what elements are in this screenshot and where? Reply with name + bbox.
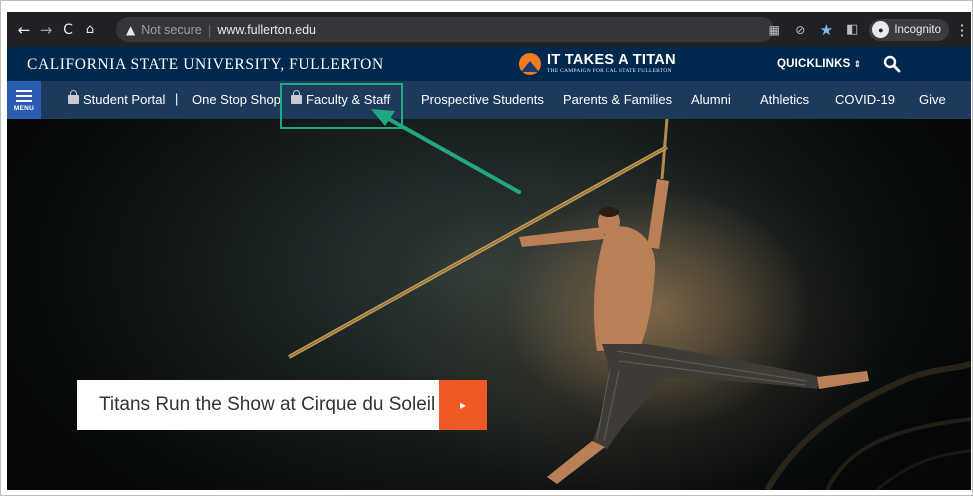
address-separator: | <box>207 21 212 38</box>
quicklinks-dropdown[interactable]: QUICKLINKS ⇕ <box>777 58 861 70</box>
campaign-logo[interactable]: IT TAKES A TITAN THE CAMPAIGN FOR CAL ST… <box>519 52 676 76</box>
nav-item-label: Alumni <box>691 92 731 107</box>
main-navigation: MENU Student Portal | One Stop Shop Facu… <box>7 81 971 119</box>
nav-item-parents-families[interactable]: Parents & Families <box>563 92 672 107</box>
nav-item-athletics[interactable]: Athletics <box>760 92 809 107</box>
menu-label: MENU <box>13 105 35 112</box>
hamburger-icon <box>16 89 32 92</box>
quicklinks-label: QUICKLINKS <box>777 58 851 70</box>
incognito-label: Incognito <box>894 23 941 36</box>
forward-arrow-icon[interactable]: → <box>35 19 57 41</box>
nav-item-label: Student Portal <box>83 92 166 107</box>
nav-item-one-stop-shop[interactable]: One Stop Shop <box>192 92 281 107</box>
lock-icon <box>68 90 79 104</box>
home-icon[interactable]: ⌂ <box>79 19 101 41</box>
sidepanel-icon[interactable]: ◧ <box>841 19 863 41</box>
nav-item-label: Parents & Families <box>563 92 673 107</box>
bookmark-star-icon[interactable]: ★ <box>815 19 837 41</box>
menu-button[interactable]: MENU <box>7 81 41 119</box>
hero-caption[interactable]: Titans Run the Show at Cirque du Soleil <box>77 394 439 416</box>
address-bar[interactable]: ▲ Not secure | www.fullerton.edu <box>116 17 774 42</box>
incognito-badge[interactable]: ● Incognito <box>869 18 949 41</box>
nav-item-prospective-students[interactable]: Prospective Students <box>421 92 544 107</box>
site-header: CALIFORNIA STATE UNIVERSITY, FULLERTON I… <box>7 47 971 81</box>
reload-icon[interactable]: C <box>57 19 79 41</box>
browser-toolbar: ← → C ⌂ ▲ Not secure | www.fullerton.edu… <box>7 12 971 47</box>
nav-item-give[interactable]: Give <box>919 92 946 107</box>
nav-item-covid-19[interactable]: COVID-19 <box>835 92 895 107</box>
hero-banner[interactable] <box>7 119 971 490</box>
browser-actions: ▦ ⊘ ★ ◧ ● Incognito ⋮ <box>759 12 971 47</box>
nav-item-label: COVID-19 <box>835 92 895 107</box>
hero-caption-card[interactable]: Titans Run the Show at Cirque du Soleil … <box>77 380 487 430</box>
nav-item-alumni[interactable]: Alumni <box>691 92 731 107</box>
nav-item-student-portal[interactable]: Student Portal <box>68 90 166 107</box>
security-status[interactable]: Not secure <box>141 23 201 37</box>
nav-item-label: Give <box>919 92 946 107</box>
campaign-subtitle: THE CAMPAIGN FOR CAL STATE FULLERTON <box>547 67 672 74</box>
university-name[interactable]: CALIFORNIA STATE UNIVERSITY, FULLERTON <box>27 56 384 74</box>
warning-icon: ▲ <box>126 22 136 37</box>
nav-item-label: One Stop Shop <box>192 92 281 107</box>
nav-divider: | <box>175 91 179 106</box>
nav-item-label: Prospective Students <box>421 92 544 107</box>
search-icon[interactable] <box>883 55 901 73</box>
titan-mountain-icon <box>519 53 541 75</box>
browser-menu-icon[interactable]: ⋮ <box>953 21 971 39</box>
url-text[interactable]: www.fullerton.edu <box>217 23 316 37</box>
eye-off-icon[interactable]: ⊘ <box>789 19 811 41</box>
nav-item-label: Athletics <box>760 92 810 107</box>
campaign-title: IT TAKES A TITAN <box>547 52 676 69</box>
back-arrow-icon[interactable]: ← <box>13 19 35 41</box>
highlight-box <box>280 83 403 129</box>
hero-image <box>288 119 971 490</box>
browser-window: ← → C ⌂ ▲ Not secure | www.fullerton.edu… <box>7 12 971 490</box>
incognito-icon: ● <box>872 21 890 38</box>
apps-grid-icon[interactable]: ▦ <box>763 19 785 41</box>
play-arrow-icon[interactable]: ▸ <box>439 380 487 430</box>
sort-caret-icon: ⇕ <box>853 60 862 70</box>
